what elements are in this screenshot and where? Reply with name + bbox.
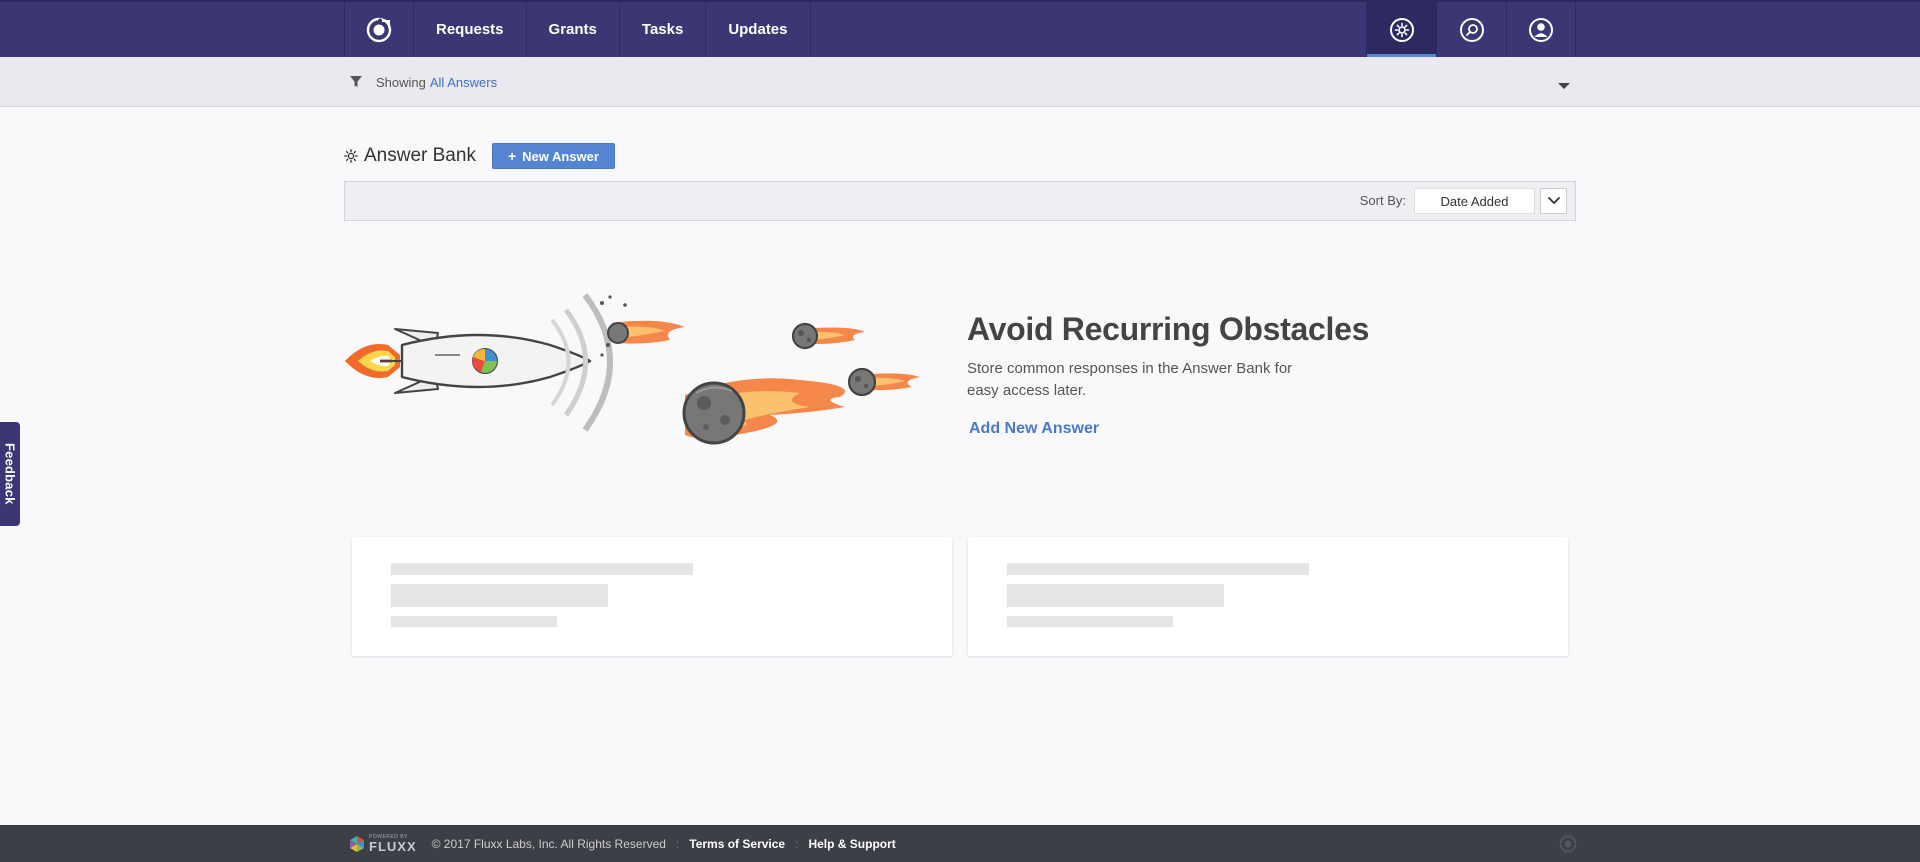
sort-bar: Sort By: Date Added [344,181,1576,221]
powered-by-fluxx-logo[interactable]: POWERED BY FLUXX [348,834,417,853]
top-navigation-bar: Requests Grants Tasks Updates [0,0,1920,57]
sort-dropdown-button[interactable] [1540,188,1567,214]
fluxx-logo-mark-icon [348,835,366,853]
main-tabs: Requests Grants Tasks Updates [414,2,811,57]
new-answer-button[interactable]: + New Answer [491,143,615,169]
fluxx-footer-icon [1559,835,1577,858]
rocket-and-meteors-illustration [345,293,920,445]
placeholder-line [1007,563,1309,575]
new-answer-button-label: New Answer [522,148,599,164]
placeholder-line [391,616,557,627]
tab-requests[interactable]: Requests [414,2,527,57]
feedback-tab-label: Feedback [2,443,18,505]
search-icon[interactable] [1436,2,1506,57]
placeholder-line [391,563,693,575]
filter-funnel-icon[interactable] [350,76,362,88]
footer-separator: : [795,836,799,851]
sort-by-value: Date Added [1440,193,1509,209]
tab-requests-label: Requests [436,21,504,38]
answer-bank-gear-icon [344,149,358,163]
tab-tasks[interactable]: Tasks [620,2,707,57]
feedback-tab[interactable]: Feedback [0,422,20,526]
tab-grants-label: Grants [548,21,597,38]
help-support-link[interactable]: Help & Support [808,837,895,851]
settings-gear-icon[interactable] [1366,2,1436,57]
tab-updates[interactable]: Updates [706,2,811,57]
fluxx-logo-icon[interactable] [344,2,414,57]
sort-by-select[interactable]: Date Added [1414,188,1535,214]
filter-bar-inner: Showing All Answers [344,57,1576,107]
nav-right-icons [1366,2,1576,57]
user-profile-icon[interactable] [1506,2,1576,57]
tab-tasks-label: Tasks [641,21,684,38]
page-header: Answer Bank + New Answer [344,143,615,169]
page-title: Answer Bank [364,145,476,166]
footer: POWERED BY FLUXX © 2017 Fluxx Labs, Inc.… [0,825,1920,862]
chevron-down-icon [1547,197,1560,205]
top-navigation-inner: Requests Grants Tasks Updates [344,2,1576,57]
filter-prefix: Showing [376,74,426,90]
powered-by-text: POWERED BY FLUXX [369,834,417,853]
fluxx-wordmark: FLUXX [369,839,417,854]
placeholder-line [1007,584,1224,607]
placeholder-line [1007,616,1173,627]
empty-state-description: Store common responses in the Answer Ban… [967,360,1293,399]
copyright-text: © 2017 Fluxx Labs, Inc. All Rights Reser… [431,836,666,851]
footer-separator: : [675,836,680,851]
empty-state-title: Avoid Recurring Obstacles [967,311,1370,347]
placeholder-card [968,537,1568,656]
filter-value-link[interactable]: All Answers [430,75,497,90]
filter-dropdown-chevron-icon[interactable] [1558,78,1570,96]
plus-icon: + [507,148,517,164]
footer-inner: POWERED BY FLUXX © 2017 Fluxx Labs, Inc.… [348,825,896,862]
tab-updates-label: Updates [728,21,788,38]
terms-of-service-link[interactable]: Terms of Service [689,837,785,851]
tab-grants[interactable]: Grants [527,2,620,57]
sort-by-label: Sort By: [1359,193,1406,208]
placeholder-line [391,584,608,607]
filter-bar: Showing All Answers [0,57,1920,107]
add-new-answer-link[interactable]: Add New Answer [969,420,1099,438]
placeholder-card [352,537,952,656]
